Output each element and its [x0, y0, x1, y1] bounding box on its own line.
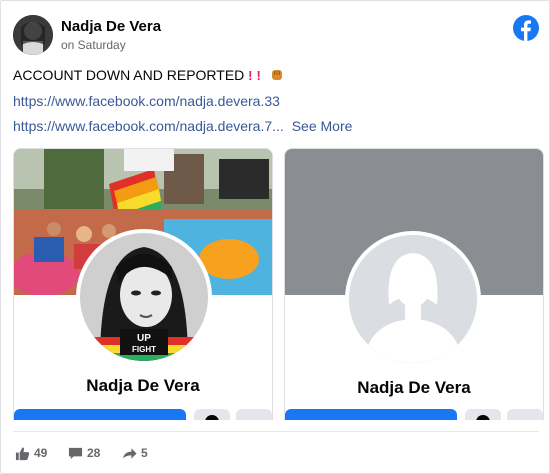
post-header: Nadja De Vera on Saturday — [13, 13, 539, 57]
up-fight-badge: UP FIGHT — [120, 329, 168, 355]
comments-stat[interactable]: 28 — [68, 445, 108, 463]
profile-name[interactable]: Nadja De Vera — [14, 376, 272, 396]
portrait-photo: UP FIGHT — [80, 233, 208, 361]
profile-card[interactable]: Nadja De Vera — [284, 148, 544, 420]
facebook-logo-icon[interactable] — [513, 15, 539, 41]
exclamation-icon: ! — [256, 68, 261, 83]
profile-name[interactable]: Nadja De Vera — [285, 378, 543, 398]
more-options-button[interactable] — [236, 409, 272, 420]
more-options-button[interactable] — [507, 409, 543, 420]
messenger-button[interactable] — [194, 409, 230, 420]
post-card: Nadja De Vera on Saturday ACCOUNT DOWN A… — [0, 0, 550, 474]
add-friend-button[interactable] — [14, 409, 186, 420]
profile-card[interactable]: UP FIGHT Nadja De Vera — [13, 148, 273, 420]
messenger-icon — [476, 415, 490, 420]
author-avatar[interactable] — [13, 15, 53, 55]
profile-picture[interactable]: UP FIGHT — [76, 229, 212, 365]
badge-text-fight: FIGHT — [132, 345, 156, 354]
engagement-stats: 49 28 5 — [15, 445, 315, 463]
profile-link-2: https://www.facebook.com/nadja.devera.7.… — [13, 118, 352, 134]
see-more-link[interactable]: See More — [292, 118, 353, 134]
messenger-button[interactable] — [465, 409, 501, 420]
post-message-text: ACCOUNT DOWN AND REPORTED — [13, 67, 245, 83]
post-timestamp[interactable]: on Saturday — [61, 38, 126, 52]
badge-text-up: UP — [137, 333, 151, 344]
raised-fist-icon — [272, 70, 283, 80]
add-friend-button[interactable] — [285, 409, 457, 420]
share-icon — [122, 448, 137, 459]
shared-profiles: UP FIGHT Nadja De Vera Nadja De Vera — [13, 148, 550, 420]
likes-count: 49 — [34, 446, 48, 460]
messenger-icon — [205, 415, 219, 420]
footer-divider — [13, 431, 539, 432]
author-avatar-photo — [13, 15, 53, 55]
post-message-emoji: !! — [248, 68, 284, 83]
profile-picture[interactable] — [345, 231, 481, 367]
comment-icon — [68, 447, 83, 460]
likes-stat[interactable]: 49 — [15, 445, 55, 463]
comments-count: 28 — [87, 446, 101, 460]
post-message: ACCOUNT DOWN AND REPORTED !! — [13, 67, 284, 83]
profile-link-1[interactable]: https://www.facebook.com/nadja.devera.33 — [13, 93, 280, 109]
shares-count: 5 — [141, 446, 148, 460]
exclamation-icon: ! — [248, 68, 253, 83]
thumbs-up-icon — [15, 447, 30, 461]
author-name[interactable]: Nadja De Vera — [61, 18, 161, 35]
profile-link-2-text[interactable]: https://www.facebook.com/nadja.devera.7.… — [13, 118, 284, 134]
default-silhouette-icon — [349, 235, 477, 363]
shares-stat[interactable]: 5 — [122, 445, 162, 463]
